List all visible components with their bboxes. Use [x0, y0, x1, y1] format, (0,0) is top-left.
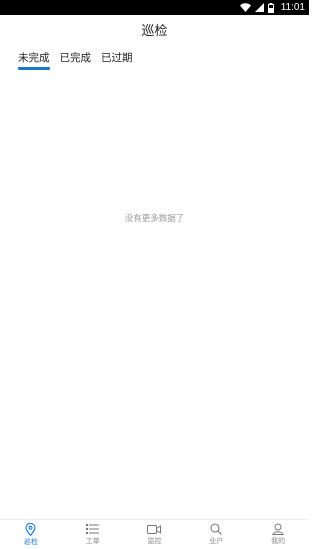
tab-expired[interactable]: 已过期 [101, 44, 133, 68]
empty-message: 没有更多数据了 [124, 214, 185, 224]
signal-icon [254, 3, 264, 12]
user-icon [272, 523, 284, 535]
nav-item-work-order[interactable]: 工单 [62, 520, 124, 549]
status-bar: 11:01 [0, 0, 309, 15]
nav-label-residents: 业户 [209, 537, 224, 545]
nav-item-residents[interactable]: 业户 [185, 520, 247, 549]
nav-label-me: 我的 [271, 537, 286, 545]
title-bar: 巡检 [0, 15, 309, 43]
tab-incomplete[interactable]: 未完成 [18, 44, 50, 70]
status-time: 11:01 [280, 2, 305, 13]
nav-label-inspection: 巡检 [23, 537, 38, 546]
location-pin-icon [25, 522, 36, 536]
bottom-nav: 巡检 工单 监控 业户 我的 [0, 519, 309, 549]
video-camera-icon [147, 524, 162, 535]
nav-item-inspection[interactable]: 巡检 [0, 520, 62, 549]
tab-bar: 未完成 已完成 已过期 [0, 44, 309, 74]
battery-icon [267, 2, 274, 13]
nav-item-monitor[interactable]: 监控 [124, 520, 186, 549]
search-icon [210, 523, 223, 535]
tab-completed[interactable]: 已完成 [60, 44, 92, 68]
nav-item-me[interactable]: 我的 [247, 520, 309, 549]
nav-label-monitor: 监控 [147, 536, 162, 545]
wifi-icon [239, 3, 251, 12]
nav-label-work-order: 工单 [85, 537, 100, 545]
page-title: 巡检 [141, 23, 168, 39]
list-icon [86, 523, 100, 535]
